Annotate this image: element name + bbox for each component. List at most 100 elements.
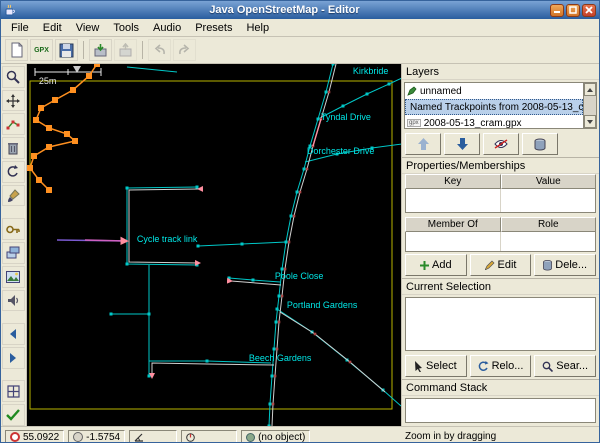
close-icon xyxy=(585,6,593,14)
layer-item-trackpoints[interactable]: Named Trackpoints from 2008-05-13_cra xyxy=(405,99,583,115)
statusbar-help: Zoom in by dragging xyxy=(405,431,497,442)
edit-toolbar xyxy=(1,64,27,426)
maximize-button[interactable] xyxy=(566,3,580,17)
up-arrow-icon xyxy=(417,138,429,151)
object-status: (no object) xyxy=(241,429,311,443)
map-canvas[interactable]: 25m Kirkbride Tyndal Drive Dorchester Dr… xyxy=(26,64,401,426)
open-gpx-button[interactable]: GPX xyxy=(30,39,53,61)
properties-table-body[interactable] xyxy=(405,189,596,214)
layer-name: Named Trackpoints from 2008-05-13_cra xyxy=(410,101,583,113)
layer-list[interactable]: unnamed Named Trackpoints from 2008-05-1… xyxy=(404,82,597,130)
plus-icon xyxy=(420,260,430,270)
selection-list[interactable] xyxy=(405,297,596,352)
layer-buttons xyxy=(402,131,599,157)
download-osm-button[interactable] xyxy=(89,39,112,61)
angle-icon xyxy=(134,433,144,442)
apply-button[interactable] xyxy=(1,404,25,426)
menu-view[interactable]: View xyxy=(69,21,107,35)
add-property-button[interactable]: Add xyxy=(405,254,467,277)
gpx-file-icon: GPX xyxy=(34,46,49,54)
scroll-down-arrow[interactable] xyxy=(584,115,596,129)
angle-status xyxy=(129,429,178,442)
reload-button[interactable]: Relo... xyxy=(469,355,532,378)
toolbar-separator xyxy=(142,41,143,59)
check-icon xyxy=(6,409,21,421)
rotate-tool-button[interactable] xyxy=(1,160,25,183)
edit-property-button[interactable]: Edit xyxy=(469,254,532,277)
grid-icon xyxy=(7,385,20,398)
properties-table-header: Key Value xyxy=(405,174,596,190)
menu-tools[interactable]: Tools xyxy=(106,21,146,35)
layer-list-scrollbar[interactable] xyxy=(583,83,596,129)
josm-app-icon xyxy=(5,4,15,15)
delete-button-label: Dele... xyxy=(555,259,588,272)
layers-tool-button[interactable] xyxy=(1,242,25,264)
grid-tool-button[interactable] xyxy=(1,380,25,403)
scroll-right-button[interactable] xyxy=(1,346,25,369)
selection-panel-title: Current Selection xyxy=(402,278,599,296)
new-file-button[interactable] xyxy=(5,39,28,61)
window-title: Java OpenStreetMap - Editor xyxy=(209,4,360,16)
heading-icon xyxy=(186,432,195,442)
layers-icon xyxy=(6,246,20,259)
menu-presets[interactable]: Presets xyxy=(188,21,239,35)
cycle-track-selected xyxy=(84,236,129,246)
save-icon xyxy=(59,43,74,57)
close-button[interactable] xyxy=(582,3,596,17)
menu-audio[interactable]: Audio xyxy=(146,21,188,35)
toolbar-separator xyxy=(83,41,84,59)
zoom-tool-button[interactable] xyxy=(1,66,25,88)
layer-item-gpx[interactable]: gpx 2008-05-13_cram.gpx xyxy=(405,115,583,129)
command-stack-list[interactable] xyxy=(405,398,596,423)
audio-tool-button[interactable] xyxy=(1,289,25,312)
add-button-label: Add xyxy=(432,259,452,272)
delete-property-button[interactable]: Dele... xyxy=(534,254,597,277)
scale-label: 25m xyxy=(38,76,57,86)
image-icon xyxy=(6,270,21,283)
member-of-column-header: Member Of xyxy=(405,217,501,233)
layer-item-unnamed[interactable]: unnamed xyxy=(405,83,583,99)
latitude-icon xyxy=(10,432,20,442)
undo-button[interactable] xyxy=(148,39,171,61)
move-tool-button[interactable] xyxy=(1,89,25,112)
role-column-header: Role xyxy=(500,217,596,233)
background-image-tool-button[interactable] xyxy=(1,265,25,288)
select-button-label: Select xyxy=(426,360,457,373)
longitude-icon xyxy=(73,432,84,442)
upload-icon xyxy=(119,42,132,56)
selection-buttons: Select Relo... Sear... xyxy=(402,353,599,379)
menu-file[interactable]: File xyxy=(4,21,36,35)
gpx-layer-icon: gpx xyxy=(407,119,421,127)
pencil-icon xyxy=(484,260,495,271)
scroll-up-arrow[interactable] xyxy=(584,83,596,96)
upload-osm-button[interactable] xyxy=(114,39,137,61)
menu-edit[interactable]: Edit xyxy=(36,21,69,35)
layer-visibility-button[interactable] xyxy=(483,133,519,156)
arrow-right-icon xyxy=(10,352,17,363)
delete-tool-button[interactable] xyxy=(1,137,25,159)
select-button[interactable]: Select xyxy=(405,355,467,378)
layer-up-button[interactable] xyxy=(405,133,441,156)
paint-tool-button[interactable] xyxy=(1,184,25,207)
object-info: (no object) xyxy=(258,431,306,443)
maximize-icon xyxy=(569,6,577,14)
latitude-status: 55.0922 xyxy=(5,429,65,442)
layer-name: 2008-05-13_cram.gpx xyxy=(423,117,522,129)
draw-nodes-tool-button[interactable] xyxy=(1,113,25,136)
membership-table-body[interactable] xyxy=(405,232,596,253)
properties-panel-title: Properties/Memberships xyxy=(402,157,599,175)
save-button[interactable] xyxy=(55,39,78,61)
redo-button[interactable] xyxy=(173,39,196,61)
minimize-button[interactable] xyxy=(550,3,564,17)
menu-help[interactable]: Help xyxy=(239,21,276,35)
scroll-left-button[interactable] xyxy=(1,323,25,345)
redo-icon xyxy=(179,43,190,54)
right-panel: Layers unnamed Named Trackpoints from 20… xyxy=(401,64,599,426)
layer-delete-button[interactable] xyxy=(522,133,558,156)
titlebar: Java OpenStreetMap - Editor xyxy=(1,1,599,19)
menubar: File Edit View Tools Audio Presets Help xyxy=(1,19,599,37)
search-button[interactable]: Sear... xyxy=(534,355,597,378)
layer-down-button[interactable] xyxy=(444,133,480,156)
speaker-icon xyxy=(7,294,19,306)
properties-tool-button[interactable] xyxy=(1,218,25,241)
